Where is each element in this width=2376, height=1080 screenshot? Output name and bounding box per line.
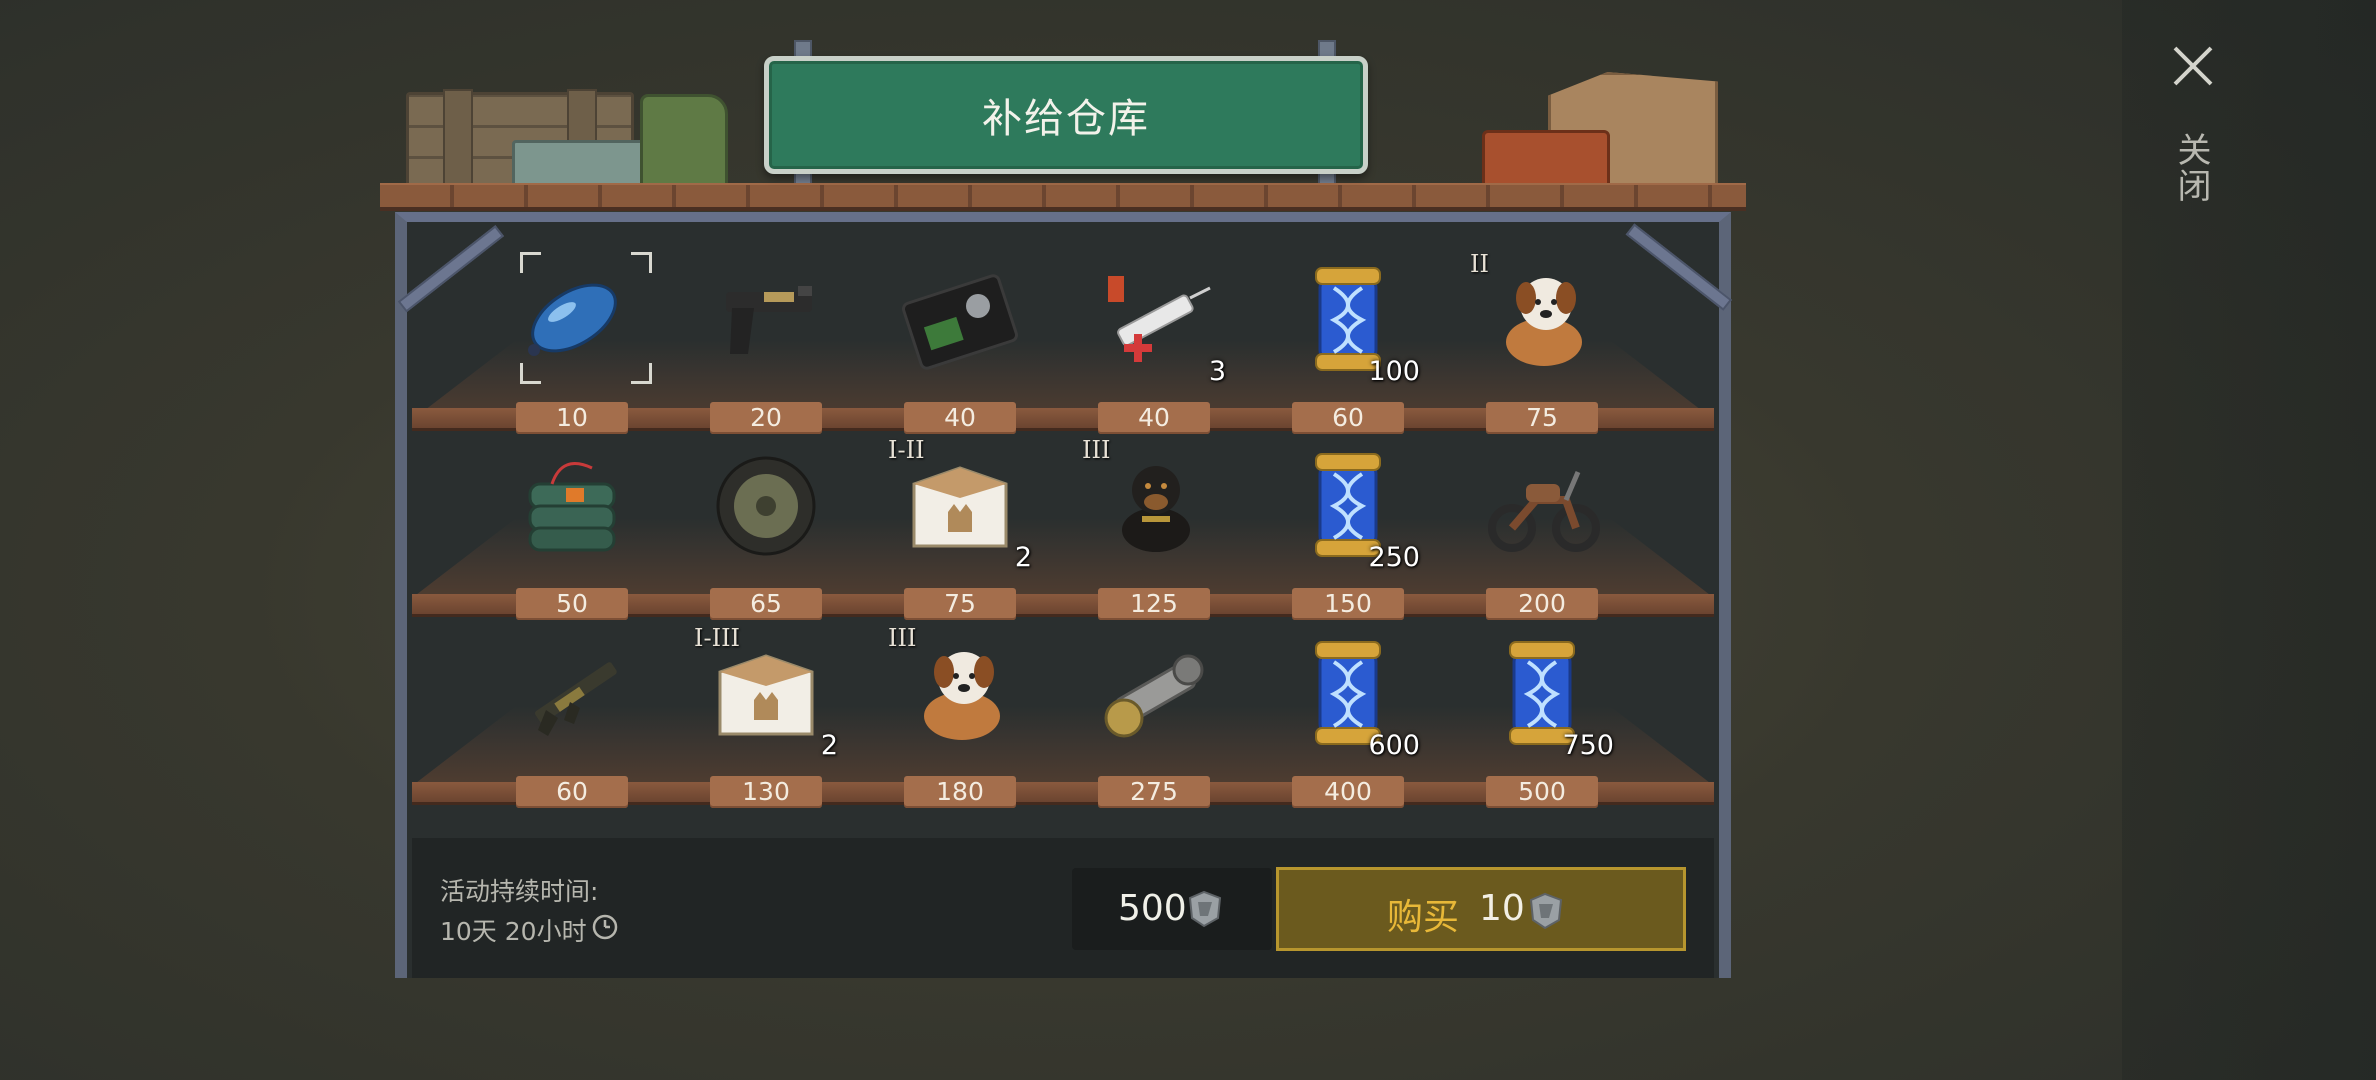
clock-icon	[592, 914, 618, 940]
shop-item-slot[interactable]: 600 400	[1258, 622, 1438, 812]
item-quantity: 100	[1368, 356, 1420, 387]
shop-item-slot[interactable]: 100 60	[1258, 248, 1438, 438]
fuel-tank-icon	[528, 283, 617, 356]
token-icon	[1529, 892, 1563, 930]
item-price: 60	[1292, 402, 1404, 434]
item-quantity: 250	[1368, 542, 1420, 573]
shop-item-slot[interactable]: II 75	[1452, 248, 1632, 438]
item-quantity: 2	[820, 730, 838, 761]
close-button[interactable]: 关闭	[2163, 40, 2223, 220]
token-icon	[1188, 890, 1222, 928]
item-price: 40	[904, 402, 1016, 434]
item-tier: I-II	[888, 436, 925, 464]
balance-value: 500	[1118, 888, 1187, 929]
item-price: 65	[710, 588, 822, 620]
item-quantity: 750	[1562, 730, 1614, 761]
rottweiler-dog-icon	[1122, 466, 1190, 552]
item-price: 400	[1292, 776, 1404, 808]
rifle-icon	[534, 662, 617, 736]
shop-item-slot[interactable]: 750 500	[1452, 622, 1632, 812]
drive-shaft-icon	[1104, 654, 1204, 738]
shop-item-slot[interactable]: 60	[482, 622, 662, 812]
item-quantity: 600	[1368, 730, 1420, 761]
event-duration-label: 活动持续时间:	[440, 877, 599, 906]
wheel-icon	[716, 456, 816, 556]
shop-item-slot[interactable]: I-III 2 130	[676, 622, 856, 812]
pistol-icon	[726, 286, 812, 354]
buy-cost: 10	[1479, 888, 1525, 929]
item-price: 500	[1486, 776, 1598, 808]
shop-item-slot[interactable]: III 180	[870, 622, 1050, 812]
shop-item-slot[interactable]: 40	[870, 248, 1050, 438]
item-price: 40	[1098, 402, 1210, 434]
shop-item-slot[interactable]: 50	[482, 434, 662, 624]
badge-wallet-icon	[902, 274, 1018, 370]
shop-item-slot[interactable]: 65	[676, 434, 856, 624]
buy-button[interactable]: 购买 10	[1276, 867, 1686, 951]
top-shelf-board	[380, 183, 1746, 211]
item-tier: I-III	[694, 624, 741, 652]
item-price: 50	[516, 588, 628, 620]
jerrycan-decoration	[640, 94, 728, 190]
item-price: 130	[710, 776, 822, 808]
saint-bernard-dog-icon	[1506, 278, 1582, 366]
shop-item-slot[interactable]: 275	[1064, 622, 1244, 812]
item-price: 20	[710, 402, 822, 434]
item-price: 60	[516, 776, 628, 808]
shop-item-slot[interactable]: I-II 2 75	[870, 434, 1050, 624]
item-price: 200	[1486, 588, 1598, 620]
right-side-panel	[2122, 0, 2376, 1080]
item-price: 75	[1486, 402, 1598, 434]
item-price: 180	[904, 776, 1016, 808]
close-label: 关闭	[2171, 132, 2211, 204]
title-sign: 补给仓库	[764, 56, 1368, 174]
shop-item-slot[interactable]: 3 40	[1064, 248, 1244, 438]
event-duration-value: 10天 20小时	[440, 917, 587, 946]
item-tier: III	[888, 624, 917, 652]
currency-balance: 500	[1072, 868, 1272, 950]
item-tier: III	[1082, 436, 1111, 464]
item-quantity: 2	[1014, 542, 1032, 573]
explosive-bundle-icon	[528, 462, 616, 552]
item-quantity: 3	[1208, 356, 1226, 387]
item-price: 125	[1098, 588, 1210, 620]
close-icon	[2173, 46, 2213, 86]
item-price: 10	[516, 402, 628, 434]
shop-item-slot[interactable]: 20	[676, 248, 856, 438]
page-title: 补给仓库	[982, 96, 1150, 142]
shop-item-slot[interactable]: 10	[482, 248, 662, 438]
syringe-icon	[1108, 276, 1211, 362]
buy-label: 购买	[1387, 897, 1460, 938]
shop-item-slot[interactable]: 200	[1452, 434, 1632, 624]
item-tier: II	[1470, 250, 1489, 278]
shop-item-slot[interactable]: III 125	[1064, 434, 1244, 624]
shop-item-slot[interactable]: 250 150	[1258, 434, 1438, 624]
item-price: 150	[1292, 588, 1404, 620]
motorcycle-icon	[1488, 471, 1600, 552]
item-price: 275	[1098, 776, 1210, 808]
item-price: 75	[904, 588, 1016, 620]
saint-bernard-dog-icon	[924, 652, 1000, 740]
